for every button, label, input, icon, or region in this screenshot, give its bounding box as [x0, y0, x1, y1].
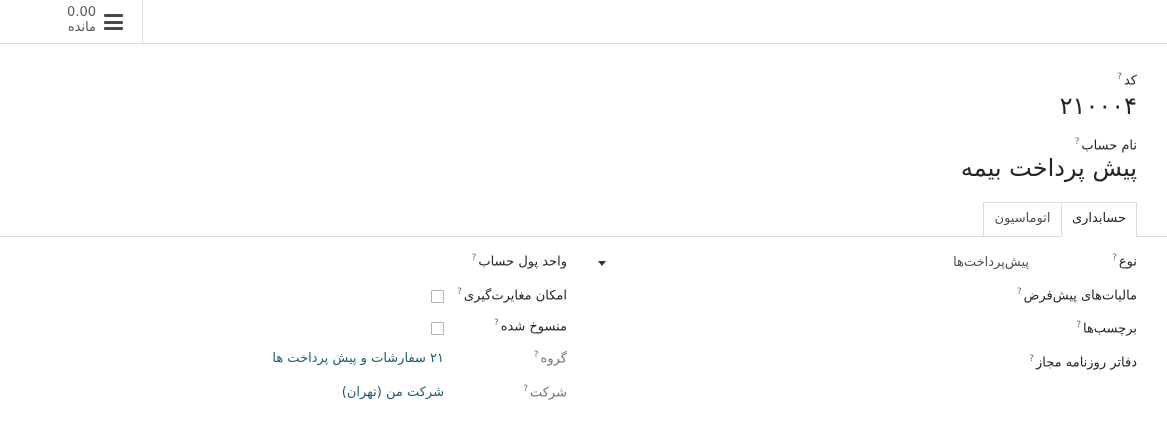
allowed-journals-label: دفاتر روزنامه مجاز? — [1029, 354, 1137, 370]
type-label-text: نوع — [1118, 254, 1137, 270]
help-icon[interactable]: ? — [472, 253, 477, 263]
code-label: کد? — [1117, 72, 1137, 88]
help-icon[interactable]: ? — [457, 287, 462, 297]
help-icon[interactable]: ? — [1029, 354, 1034, 364]
default-taxes-label-text: مالیات‌های پیش‌فرض — [1023, 288, 1137, 304]
default-taxes-label: مالیات‌های پیش‌فرض? — [1017, 287, 1137, 303]
reconcile-checkbox[interactable] — [431, 290, 444, 303]
reconcile-label-text: امکان مغایرت‌گیری — [463, 288, 567, 304]
type-label: نوع? — [1112, 253, 1137, 269]
currency-label: واحد پول حساب? — [472, 253, 567, 269]
group-label: گروه? — [534, 350, 567, 366]
currency-label-text: واحد پول حساب — [478, 254, 567, 270]
deprecated-label-text: منسوخ شده — [500, 319, 567, 335]
help-icon[interactable]: ? — [494, 318, 499, 328]
help-icon[interactable]: ? — [1076, 320, 1081, 330]
balance-stat-button[interactable]: 0.00 مانده — [0, 0, 143, 43]
code-label-text: کد — [1123, 73, 1137, 89]
tab-accounting[interactable]: حسابداری — [1061, 202, 1137, 237]
company-label: شرکت? — [523, 384, 567, 400]
type-select[interactable]: پیش‌پرداخت‌ها — [953, 255, 1029, 270]
deprecated-label: منسوخ شده? — [494, 318, 567, 334]
top-bar: 0.00 مانده — [0, 0, 1167, 44]
company-link[interactable]: شرکت من (تهران) — [342, 385, 444, 400]
tab-automation[interactable]: اتوماسیون — [983, 202, 1061, 236]
help-icon[interactable]: ? — [534, 350, 539, 360]
account-name-label-text: نام حساب — [1081, 138, 1137, 154]
deprecated-checkbox[interactable] — [431, 322, 444, 335]
help-icon[interactable]: ? — [1117, 72, 1122, 82]
account-name-value[interactable]: پیش پرداخت بیمه — [961, 154, 1137, 182]
account-form-page: 0.00 مانده کد? ۲۱۰۰۰۴ نام حساب? پیش پردا… — [0, 0, 1167, 421]
allowed-journals-label-text: دفاتر روزنامه مجاز — [1036, 355, 1137, 371]
hamburger-icon — [104, 14, 123, 30]
help-icon[interactable]: ? — [1112, 253, 1117, 263]
tags-label: برچسب‌ها? — [1076, 320, 1137, 336]
account-name-label: نام حساب? — [1075, 137, 1137, 153]
help-icon[interactable]: ? — [1017, 287, 1022, 297]
help-icon[interactable]: ? — [523, 384, 528, 394]
group-label-text: گروه — [540, 351, 567, 367]
tags-label-text: برچسب‌ها — [1082, 321, 1137, 337]
code-value[interactable]: ۲۱۰۰۰۴ — [1060, 92, 1137, 120]
group-link[interactable]: ۲۱ سفارشات و پیش پرداخت ها — [272, 351, 444, 366]
reconcile-label: امکان مغایرت‌گیری? — [457, 287, 567, 303]
tabs-divider — [0, 236, 1167, 237]
balance-value: 0.00 — [67, 5, 96, 20]
balance-label: مانده — [67, 20, 96, 35]
company-label-text: شرکت — [529, 385, 567, 401]
caret-down-icon[interactable] — [598, 261, 606, 266]
help-icon[interactable]: ? — [1075, 137, 1080, 147]
